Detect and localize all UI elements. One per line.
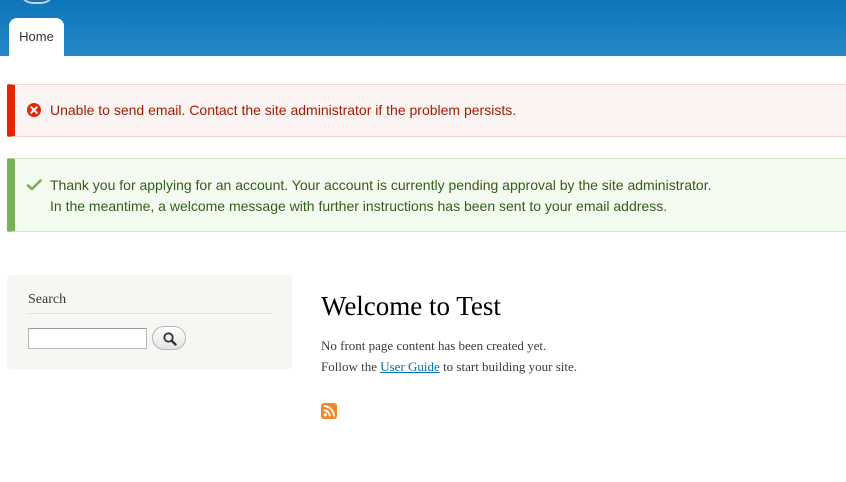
site-header: Home — [0, 0, 846, 56]
checkmark-icon — [26, 179, 42, 191]
magnifier-icon — [163, 332, 177, 346]
front-page-message: No front page content has been created y… — [321, 335, 577, 377]
site-logo[interactable] — [19, 0, 55, 4]
search-title-divider — [28, 313, 271, 314]
error-circle-x-icon — [27, 103, 41, 117]
search-button[interactable] — [152, 326, 186, 350]
error-message: Unable to send email. Contact the site a… — [7, 84, 846, 137]
tab-home[interactable]: Home — [9, 18, 64, 56]
user-guide-link[interactable]: User Guide — [380, 359, 440, 374]
tab-home-label: Home — [19, 28, 54, 44]
sidebar-search-block: Search — [7, 275, 292, 369]
status-message-line-2: In the meantime, a welcome message with … — [50, 198, 668, 214]
no-content-text: No front page content has been created y… — [321, 338, 547, 353]
user-guide-suffix: to start building your site. — [439, 359, 578, 374]
status-message: Thank you for applying for an account. Y… — [7, 158, 846, 232]
user-guide-prefix: Follow the — [321, 359, 381, 374]
error-message-text: Unable to send email. Contact the site a… — [50, 102, 517, 118]
search-input[interactable] — [28, 328, 147, 349]
search-block-title: Search — [28, 292, 67, 307]
page-title: Welcome to Test — [321, 291, 501, 321]
rss-feed-icon[interactable] — [321, 403, 337, 419]
status-message-line-1: Thank you for applying for an account. Y… — [50, 177, 712, 193]
user-guide-line: Follow the User Guide to start building … — [321, 356, 577, 377]
